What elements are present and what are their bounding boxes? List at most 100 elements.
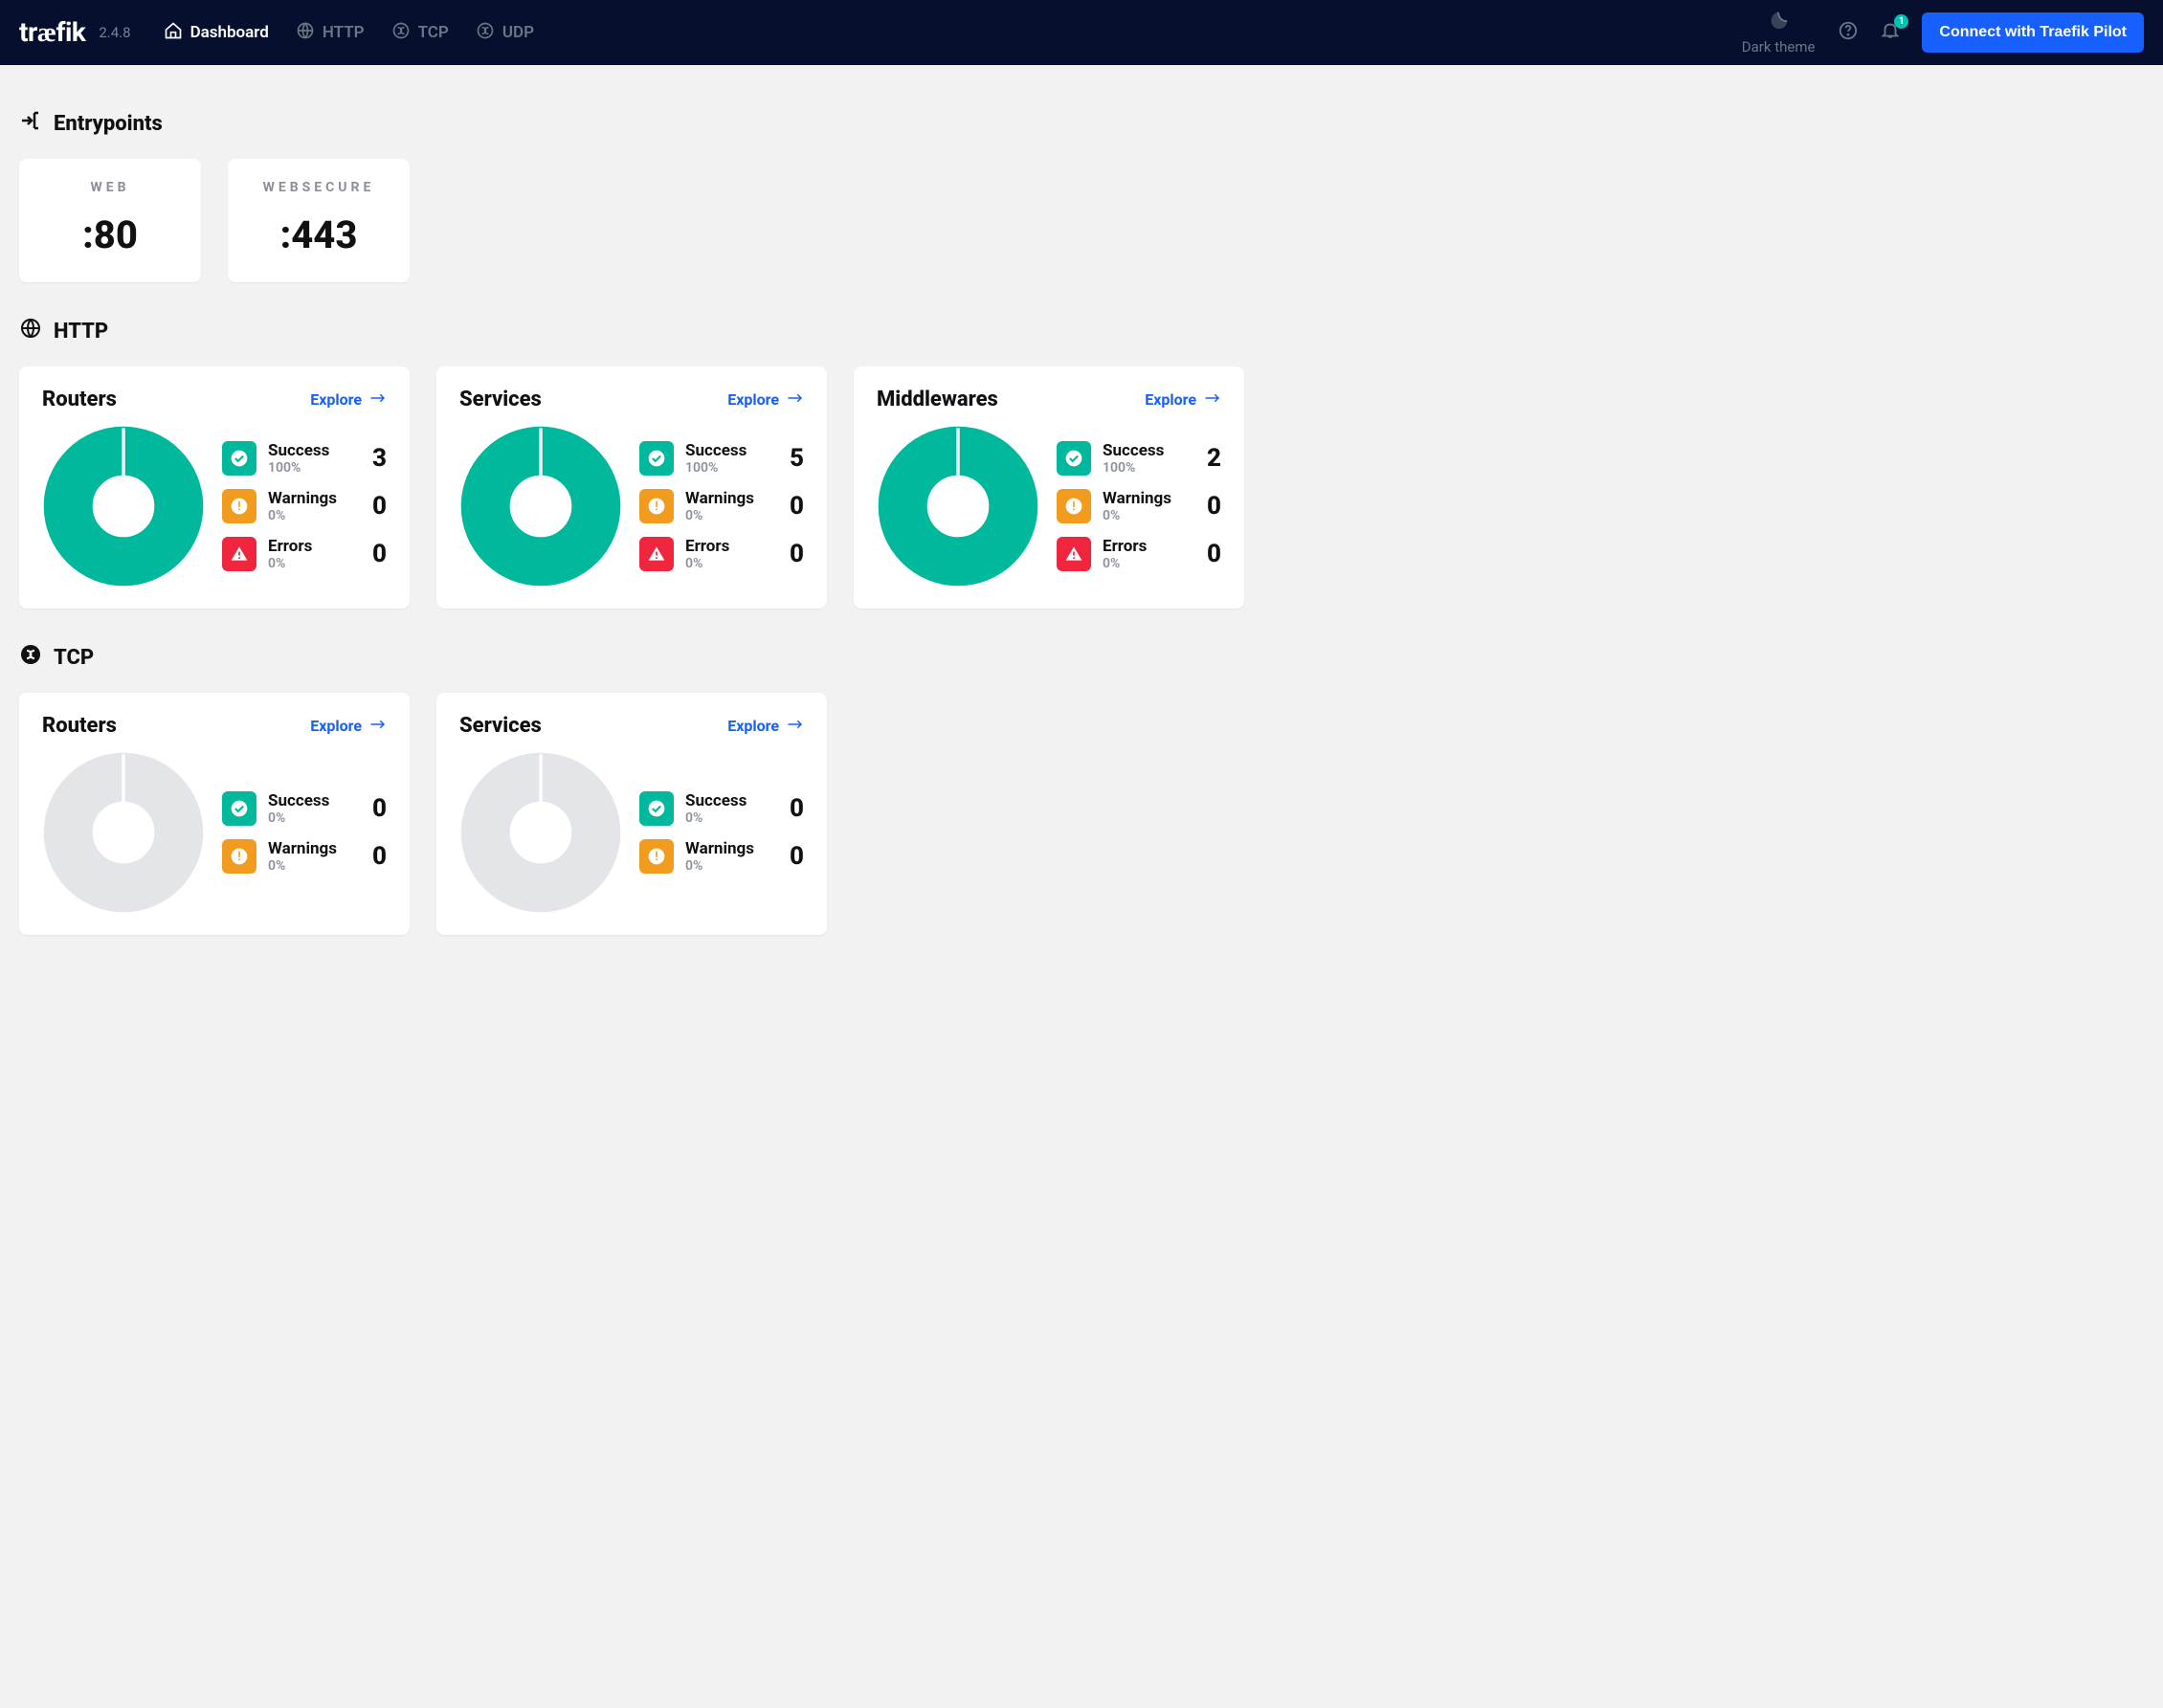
explore-label: Explore — [310, 717, 362, 735]
stat-pct: 0% — [268, 810, 354, 826]
main-content: Entrypoints WEB :80 WEBSECURE :443 HTTP … — [0, 65, 2163, 973]
theme-toggle-label: Dark theme — [1742, 38, 1816, 55]
stat-pct: 0% — [685, 810, 771, 826]
entrypoint-card-websecure[interactable]: WEBSECURE :443 — [228, 159, 410, 282]
notifications-button[interactable]: 1 — [1880, 20, 1901, 45]
stat-pct: 0% — [685, 556, 771, 571]
globe-icon — [19, 317, 42, 345]
warning-circle-icon — [639, 489, 674, 523]
check-circle-icon — [222, 791, 256, 826]
check-circle-icon — [639, 441, 674, 476]
nav-tcp[interactable]: TCP — [391, 21, 449, 45]
stat-label: Errors — [268, 537, 354, 556]
explore-link[interactable]: Explore — [310, 390, 387, 409]
donut-chart — [42, 425, 205, 588]
explore-label: Explore — [727, 717, 779, 735]
bell-icon — [1880, 27, 1901, 45]
help-icon — [1838, 27, 1859, 45]
nav-http-label: HTTP — [323, 23, 365, 42]
notification-badge: 1 — [1894, 14, 1908, 29]
stat-label: Warnings — [685, 839, 771, 858]
stat-success-row: Success100% 5 — [639, 441, 804, 476]
check-circle-icon — [1057, 441, 1091, 476]
explore-link[interactable]: Explore — [1145, 390, 1221, 409]
donut-chart — [459, 425, 622, 588]
arrow-right-icon — [369, 390, 387, 409]
warning-circle-icon — [222, 489, 256, 523]
donut-chart — [42, 751, 205, 914]
stat-count: 2 — [1200, 444, 1221, 473]
nav-tcp-label: TCP — [418, 23, 449, 42]
explore-label: Explore — [727, 390, 779, 409]
nav-dashboard-label: Dashboard — [190, 23, 269, 42]
contrast-icon — [1768, 10, 1789, 34]
check-circle-icon — [639, 791, 674, 826]
card-title: Routers — [42, 714, 117, 738]
help-button[interactable] — [1838, 20, 1859, 45]
section-entrypoints-header: Entrypoints — [19, 109, 2144, 138]
card-title: Routers — [42, 388, 117, 411]
entrypoint-name: WEBSECURE — [235, 180, 402, 195]
tcp-card-row: Routers Explore Success0% 0 Warnin — [19, 693, 2144, 935]
stat-warnings-row: Warnings0% 0 — [639, 839, 804, 874]
stat-count: 0 — [1200, 540, 1221, 568]
stat-count: 0 — [366, 492, 387, 521]
home-icon — [164, 21, 183, 45]
arrow-right-icon — [787, 717, 804, 735]
entrypoint-card-web[interactable]: WEB :80 — [19, 159, 201, 282]
connect-pilot-button[interactable]: Connect with Traefik Pilot — [1922, 12, 2144, 53]
stat-pct: 100% — [1103, 460, 1189, 476]
top-navbar: træfik 2.4.8 Dashboard HTTP TCP UDP Dark… — [0, 0, 2163, 65]
stat-success-row: Success100% 2 — [1057, 441, 1221, 476]
explore-link[interactable]: Explore — [310, 717, 387, 735]
stat-label: Errors — [685, 537, 771, 556]
nav-http[interactable]: HTTP — [296, 21, 365, 45]
nav-tabs: Dashboard HTTP TCP UDP — [164, 21, 534, 45]
http-middlewares-card: Middlewares Explore Success100% 2 — [854, 366, 1244, 609]
arrow-right-icon — [1204, 390, 1221, 409]
stat-pct: 0% — [1103, 556, 1189, 571]
stat-count: 0 — [1200, 492, 1221, 521]
http-routers-card: Routers Explore Success100% 3 Warn — [19, 366, 410, 609]
stat-label: Success — [1103, 441, 1189, 460]
entrypoint-port: :443 — [235, 212, 402, 257]
stat-errors-row: Errors0% 0 — [1057, 537, 1221, 571]
stat-warnings-row: Warnings0% 0 — [1057, 489, 1221, 523]
section-entrypoints-title: Entrypoints — [54, 112, 163, 136]
stat-label: Success — [685, 791, 771, 810]
stat-count: 0 — [783, 842, 804, 871]
stat-count: 3 — [366, 444, 387, 473]
stat-label: Warnings — [685, 489, 771, 508]
stat-errors-row: Errors0% 0 — [222, 537, 387, 571]
tcp-services-card: Services Explore Success0% 0 Warni — [436, 693, 827, 935]
stat-pct: 0% — [685, 508, 771, 523]
stat-pct: 0% — [268, 508, 354, 523]
explore-label: Explore — [310, 390, 362, 409]
explore-link[interactable]: Explore — [727, 390, 804, 409]
entrypoints-row: WEB :80 WEBSECURE :443 — [19, 159, 2144, 282]
card-title: Services — [459, 388, 542, 411]
stat-success-row: Success0% 0 — [222, 791, 387, 826]
arrow-right-icon — [369, 717, 387, 735]
check-circle-icon — [222, 441, 256, 476]
globe-icon — [296, 21, 315, 45]
app-logo: træfik — [19, 16, 85, 49]
nav-dashboard[interactable]: Dashboard — [164, 21, 269, 45]
explore-link[interactable]: Explore — [727, 717, 804, 735]
nav-udp[interactable]: UDP — [476, 21, 534, 45]
stat-label: Errors — [1103, 537, 1189, 556]
section-http-title: HTTP — [54, 320, 108, 344]
stat-label: Success — [685, 441, 771, 460]
donut-chart — [459, 751, 622, 914]
warning-circle-icon — [639, 839, 674, 874]
arrow-right-icon — [787, 390, 804, 409]
error-triangle-icon — [1057, 537, 1091, 571]
stat-count: 0 — [366, 794, 387, 823]
theme-toggle[interactable]: Dark theme — [1742, 10, 1816, 55]
stat-label: Warnings — [268, 839, 354, 858]
stat-label: Warnings — [268, 489, 354, 508]
section-tcp-header: TCP — [19, 643, 2144, 672]
error-triangle-icon — [222, 537, 256, 571]
error-triangle-icon — [639, 537, 674, 571]
stat-count: 0 — [783, 540, 804, 568]
